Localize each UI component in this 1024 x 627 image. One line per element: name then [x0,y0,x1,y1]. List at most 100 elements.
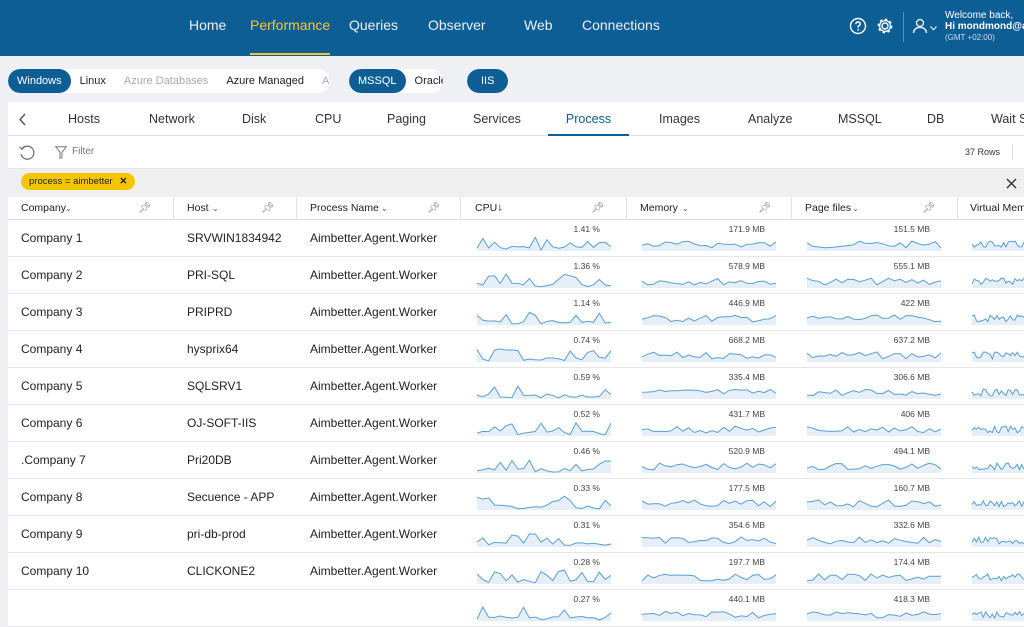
table-row[interactable]: Company 2 PRI-SQL Aimbetter.Agent.Worker 1.… [8,257,1024,294]
pin-icon[interactable]: 📌︎ [261,197,274,220]
tab-process[interactable]: Process [548,102,629,136]
engine-iis[interactable]: IIS [467,69,509,93]
sparkline [807,611,941,621]
clear-filters-icon[interactable] [1006,178,1017,189]
table-row[interactable]: Company 8 Secuence - APP Aimbetter.Agent.W… [8,479,1024,516]
pin-icon[interactable]: 📌︎ [591,197,604,220]
sparkline-area [642,278,776,288]
sparkline [477,495,611,510]
column-page-files[interactable]: Page files ⌄ 📌︎ [792,197,958,220]
sparkline [642,240,776,251]
pin-icon[interactable]: 📌︎ [138,197,151,220]
column-host[interactable]: Host ⌄ 📌︎ [174,197,297,220]
sparkline [807,314,941,325]
sparkline-area [642,574,776,584]
table-row[interactable]: Company 1 SRVWIN1834942 Aimbetter.Agent.Wo… [8,220,1024,257]
table-row[interactable]: Company 10 CLICKONE2 Aimbetter.Agent.Worke… [8,553,1024,590]
tab-hosts[interactable]: Hosts [68,102,100,136]
table-row[interactable]: Company 3 PRIPRD Aimbetter.Agent.Worker 1.1… [8,294,1024,331]
sparkline [642,314,776,325]
top-navigation-bar: Home Performance Queries Observer Web Co… [0,0,1024,56]
user-icon[interactable] [911,17,929,35]
welcome-text: Welcome back, [945,10,1014,21]
column-company[interactable]: Company ⌄ 📌︎ [8,197,174,220]
tab-disk[interactable]: Disk [242,102,266,136]
sparkline [642,462,776,473]
pin-icon[interactable]: 📌︎ [922,197,935,220]
process-name-cell: Aimbetter.Agent.Worker [310,416,438,430]
company-cell: Company 5 [21,379,83,393]
platform-linux[interactable]: Linux [71,69,115,93]
nav-performance[interactable]: Performance [250,0,331,55]
cpu-value: 0.46 % [573,446,600,456]
column-cpu[interactable]: CPU ⇂ 📌︎ [461,197,627,220]
pin-icon[interactable]: 📌︎ [758,197,771,220]
cpu-value: 0.28 % [573,557,600,567]
remove-filter-icon[interactable]: ✕ [119,176,127,187]
sort-icon: ⌄ [682,204,689,213]
sparkline-area [807,537,941,547]
page-files-value: 151.5 MB [893,224,930,234]
tab-cpu[interactable]: CPU [315,102,341,136]
nav-queries[interactable]: Queries [349,0,398,56]
platform-azure-databases[interactable]: Azure Databases [115,69,217,93]
table-row[interactable]: Company 5 SQLSRV1 Aimbetter.Agent.Worker 0.… [8,368,1024,405]
platform-azure-managed[interactable]: Azure Managed [217,69,313,93]
column-virtual-memory[interactable]: Virtual Mem [958,197,1024,220]
tab-mssql[interactable]: MSSQL [838,102,882,136]
table-row[interactable]: Company 4 hysprix64 Aimbetter.Agent.Worker… [8,331,1024,368]
filter-chip[interactable]: process = aimbetter ✕ [21,173,136,190]
table-row[interactable]: .Company 7 Pri20DB Aimbetter.Agent.Worker 0… [8,442,1024,479]
tab-paging[interactable]: Paging [387,102,426,136]
engine-mssql[interactable]: MSSQL [349,69,406,93]
chevron-down-icon[interactable] [930,26,937,31]
tab-analyze[interactable]: Analyze [748,102,792,136]
sparkline [642,388,776,399]
tab-db[interactable]: DB [927,102,944,136]
cpu-value: 0.31 % [573,520,600,530]
engine-oracle[interactable]: Oracle [406,69,443,93]
table-row[interactable]: Company 9 pri-db-prod Aimbetter.Agent.Work… [8,516,1024,553]
sparkline-area [972,389,1024,399]
sparkline [972,499,1024,510]
page-files-value: 422 MB [900,298,930,308]
column-memory[interactable]: Memory ⌄ 📌︎ [627,197,792,220]
company-cell: Company 10 [21,564,90,578]
tab-wait-stats[interactable]: Wait S [991,102,1024,136]
nav-home[interactable]: Home [189,0,226,56]
sort-icon: ⌄ [212,204,219,213]
column-process-name[interactable]: Process Name ⌄ 📌︎ [297,197,461,220]
sparkline [642,573,776,584]
help-icon[interactable] [849,17,867,35]
company-cell: Company 6 [21,416,83,430]
filter-input[interactable]: Filter [72,146,94,157]
tab-images[interactable]: Images [659,102,700,136]
company-cell: Company 3 [21,305,83,319]
sparkline-area [807,389,941,399]
web-engine-selector: IIS [467,69,509,93]
host-cell: OJ-SOFT-IIS [187,416,257,430]
gear-icon[interactable] [876,17,894,35]
tab-services[interactable]: Services [473,102,521,136]
pin-icon[interactable]: 📌︎ [427,197,440,220]
sparkline [477,311,611,325]
nav-web[interactable]: Web [524,0,553,56]
refresh-icon[interactable] [18,144,36,162]
nav-observer[interactable]: Observer [428,0,486,56]
sparkline [477,606,611,621]
platform-windows[interactable]: Windows [8,69,71,93]
table-row[interactable]: 0.27 % 440.1 MB 418.3 MB [8,590,1024,627]
host-cell: Pri20DB [187,453,232,467]
cpu-value: 0.33 % [573,483,600,493]
user-greeting[interactable]: Welcome back, Hi mondmond@ai (GMT +02:00… [945,10,1024,43]
chevron-left-icon[interactable] [18,113,27,126]
sparkline [972,573,1024,584]
tab-network[interactable]: Network [149,102,195,136]
sparkline [972,610,1024,621]
filter-icon[interactable] [55,146,67,159]
user-name: Hi mondmond@ai [945,21,1024,32]
sparkline [477,421,611,436]
table-row[interactable]: Company 6 OJ-SOFT-IIS Aimbetter.Agent.Work… [8,405,1024,442]
nav-connections[interactable]: Connections [582,0,660,56]
platform-aws[interactable]: AWS [313,69,330,93]
